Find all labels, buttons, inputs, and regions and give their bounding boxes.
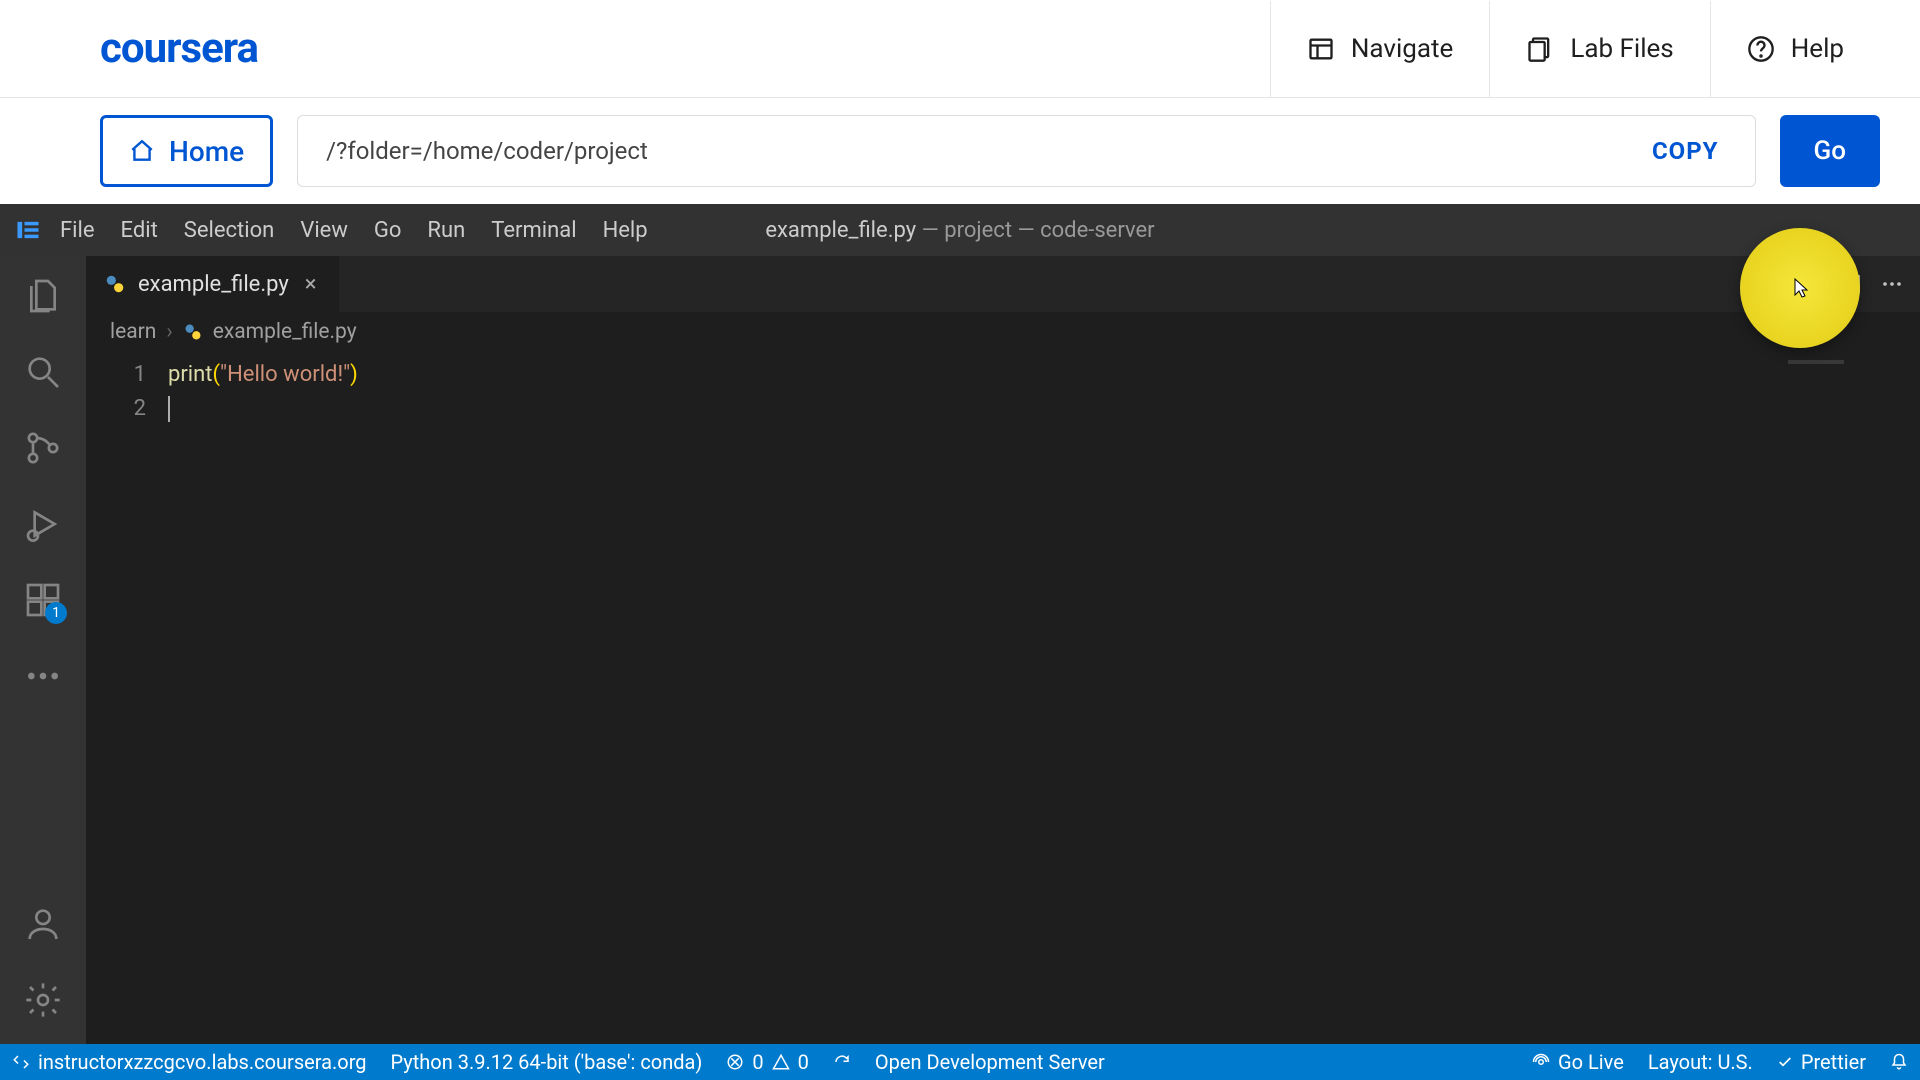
- python-file-icon: [104, 273, 126, 295]
- search-icon[interactable]: [23, 352, 63, 392]
- navigate-label: Navigate: [1351, 34, 1453, 64]
- app-menu-icon[interactable]: [14, 216, 42, 244]
- menu-bar: File Edit Selection View Go Run Terminal…: [60, 218, 648, 243]
- line-gutter: 1 2: [86, 352, 168, 1044]
- tab-close-icon[interactable]: ×: [301, 272, 321, 297]
- code-line-2[interactable]: [168, 392, 1920, 426]
- tab-label: example_file.py: [138, 272, 289, 297]
- home-icon: [129, 138, 155, 164]
- address-row: Home /?folder=/home/coder/project COPY G…: [0, 98, 1920, 204]
- home-label: Home: [169, 135, 244, 168]
- breadcrumb-root[interactable]: learn: [110, 320, 156, 344]
- code-editor[interactable]: 1 2 print("Hello world!"): [86, 352, 1920, 1044]
- status-prettier[interactable]: Prettier: [1777, 1050, 1866, 1074]
- help-label: Help: [1791, 34, 1844, 64]
- vscode-body: 1 exam: [0, 256, 1920, 1044]
- extensions-icon[interactable]: 1: [23, 580, 63, 620]
- extensions-badge: 1: [45, 602, 67, 624]
- status-reload-icon[interactable]: [833, 1053, 851, 1071]
- files-icon: [1526, 35, 1554, 63]
- text-cursor: [168, 396, 170, 422]
- menu-terminal[interactable]: Terminal: [491, 218, 576, 243]
- status-remote[interactable]: instructorxzzcgcvo.labs.coursera.org: [12, 1050, 367, 1074]
- status-bar: instructorxzzcgcvo.labs.coursera.org Pyt…: [0, 1044, 1920, 1080]
- settings-icon[interactable]: [23, 980, 63, 1020]
- code-line-1[interactable]: print("Hello world!"): [168, 358, 1920, 392]
- coursera-logo: coursera: [100, 24, 258, 73]
- menu-view[interactable]: View: [300, 218, 348, 243]
- annotation-highlight: [1740, 228, 1860, 348]
- run-debug-icon[interactable]: [23, 504, 63, 544]
- go-button[interactable]: Go: [1780, 115, 1880, 187]
- status-problems[interactable]: 0 0: [726, 1050, 809, 1074]
- home-button[interactable]: Home: [100, 115, 273, 187]
- explorer-icon[interactable]: [23, 276, 63, 316]
- url-text: /?folder=/home/coder/project: [326, 137, 648, 165]
- status-layout[interactable]: Layout: U.S.: [1648, 1050, 1753, 1074]
- vscode-titlebar: File Edit Selection View Go Run Terminal…: [0, 204, 1920, 256]
- minimap[interactable]: [1780, 352, 1920, 1044]
- code-lines[interactable]: print("Hello world!"): [168, 352, 1920, 1044]
- menu-edit[interactable]: Edit: [121, 218, 158, 243]
- breadcrumb-file[interactable]: example_file.py: [213, 320, 357, 344]
- activity-bar: 1: [0, 256, 86, 1044]
- more-icon[interactable]: [23, 656, 63, 696]
- editor-tabs: example_file.py ×: [86, 256, 1920, 312]
- help-button[interactable]: Help: [1710, 1, 1880, 97]
- coursera-header: coursera Navigate Lab Files Help: [0, 0, 1920, 98]
- python-file-icon: [183, 322, 203, 342]
- source-control-icon[interactable]: [23, 428, 63, 468]
- url-bar[interactable]: /?folder=/home/coder/project COPY: [297, 115, 1755, 187]
- menu-help[interactable]: Help: [603, 218, 648, 243]
- labfiles-button[interactable]: Lab Files: [1489, 1, 1709, 97]
- map-icon: [1307, 35, 1335, 63]
- more-actions-icon[interactable]: [1878, 270, 1906, 298]
- menu-selection[interactable]: Selection: [184, 218, 275, 243]
- chevron-right-icon: ›: [166, 320, 172, 344]
- status-open-dev-server[interactable]: Open Development Server: [875, 1050, 1105, 1074]
- pointer-cursor-icon: [1788, 276, 1812, 300]
- account-icon[interactable]: [23, 904, 63, 944]
- navigate-button[interactable]: Navigate: [1270, 1, 1489, 97]
- labfiles-label: Lab Files: [1570, 34, 1673, 64]
- editor-group: example_file.py ×: [86, 256, 1920, 1044]
- menu-file[interactable]: File: [60, 218, 95, 243]
- help-icon: [1747, 35, 1775, 63]
- vscode-container: File Edit Selection View Go Run Terminal…: [0, 204, 1920, 1080]
- status-bell-icon[interactable]: [1890, 1053, 1908, 1071]
- menu-go[interactable]: Go: [374, 218, 402, 243]
- menu-run[interactable]: Run: [427, 218, 465, 243]
- breadcrumb[interactable]: learn › example_file.py: [86, 312, 1920, 352]
- status-go-live[interactable]: Go Live: [1532, 1050, 1624, 1074]
- status-python[interactable]: Python 3.9.12 64-bit ('base': conda): [391, 1050, 703, 1074]
- tab-example-file[interactable]: example_file.py ×: [86, 256, 339, 312]
- window-title: example_file.py — project — code-server: [765, 218, 1154, 243]
- copy-button[interactable]: COPY: [1644, 137, 1727, 165]
